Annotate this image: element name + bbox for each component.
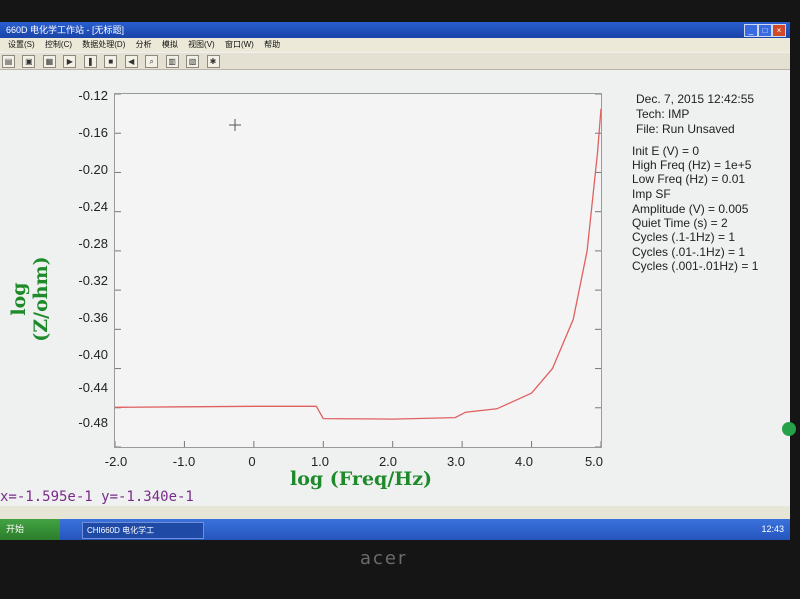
y-axis-title: log (Z/ohm) <box>8 256 52 342</box>
run-icon[interactable]: ▶ <box>63 55 77 68</box>
y-tick-label: -0.44 <box>78 380 108 395</box>
pause-icon[interactable]: ❚ <box>83 55 97 68</box>
screen: 660D 电化学工作站 - [无标题] _ □ × 设置(S) 控制(C) 数据… <box>0 22 790 540</box>
taskbar-clock: 12:43 <box>761 524 784 534</box>
param-line: Init E (V) = 0 <box>632 144 700 158</box>
stop-icon[interactable]: ■ <box>104 55 118 68</box>
x-tick-label: 3.0 <box>446 454 466 469</box>
y-tick-label: -0.40 <box>78 347 108 362</box>
taskbar: 开始 CHI660D 电化学工 12:43 <box>0 519 790 540</box>
start-button[interactable]: 开始 <box>0 519 60 540</box>
param-line: Quiet Time (s) = 2 <box>632 216 728 230</box>
maximize-button[interactable]: □ <box>758 24 772 37</box>
impedance-curve <box>114 108 602 420</box>
zoom-icon[interactable]: ⌕ <box>145 55 159 68</box>
x-tick-label: 1.0 <box>310 454 330 469</box>
y-tick-label: -0.32 <box>78 273 108 288</box>
reverse-icon[interactable]: ◀ <box>124 55 138 68</box>
open-icon[interactable]: ▤ <box>2 55 15 68</box>
file-name: File: Run Unsaved <box>636 122 735 136</box>
y-tick-label: -0.36 <box>78 310 108 325</box>
green-indicator <box>782 422 796 436</box>
param-line: Amplitude (V) = 0.005 <box>632 202 749 216</box>
minimize-button[interactable]: _ <box>744 24 758 37</box>
technique: Tech: IMP <box>636 107 690 121</box>
graph-icon[interactable]: ▥ <box>165 55 179 68</box>
param-line: Low Freq (Hz) = 0.01 <box>632 172 746 186</box>
y-tick-label: -0.20 <box>78 162 108 177</box>
settings-icon[interactable]: ✱ <box>206 55 220 68</box>
menu-control[interactable]: 控制(C) <box>45 40 72 49</box>
date-time: Dec. 7, 2015 12:42:55 <box>636 92 755 106</box>
window-title: 660D 电化学工作站 - [无标题] <box>6 25 125 35</box>
menu-window[interactable]: 窗口(W) <box>225 40 254 49</box>
menu-bar: 设置(S) 控制(C) 数据处理(D) 分析 模拟 视图(V) 窗口(W) 帮助 <box>0 38 790 52</box>
save-icon[interactable]: ▣ <box>22 55 36 68</box>
param-line: Cycles (.1-1Hz) = 1 <box>632 230 736 244</box>
x-tick-label: 5.0 <box>584 454 604 469</box>
y-tick-label: -0.48 <box>78 415 108 430</box>
param-line: High Freq (Hz) = 1e+5 <box>632 158 752 172</box>
x-tick-label: 0 <box>248 454 256 469</box>
menu-simulation[interactable]: 模拟 <box>162 40 178 49</box>
title-bar: 660D 电化学工作站 - [无标题] _ □ × <box>0 22 790 38</box>
print-icon[interactable]: ▦ <box>42 55 56 68</box>
x-tick-label: -1.0 <box>172 454 196 469</box>
menu-view[interactable]: 视图(V) <box>188 40 215 49</box>
y-tick-label: -0.16 <box>78 125 108 140</box>
toolbar: ▤ ▣ ▦ ▶ ❚ ■ ◀ ⌕ ▥ ▧ ✱ <box>0 53 790 70</box>
x-tick-label: -2.0 <box>104 454 128 469</box>
menu-help[interactable]: 帮助 <box>264 40 280 49</box>
plot-svg <box>114 93 602 448</box>
param-line: Imp SF <box>632 187 671 201</box>
overlay-icon[interactable]: ▧ <box>186 55 200 68</box>
cursor-readout: x=-1.595e-1 y=-1.340e-1 <box>0 489 194 505</box>
y-tick-label: -0.12 <box>78 88 108 103</box>
monitor-brand-logo: acer <box>360 548 408 569</box>
param-line: Cycles (.001-.01Hz) = 1 <box>632 259 759 273</box>
y-tick-label: -0.24 <box>78 199 108 214</box>
menu-setup[interactable]: 设置(S) <box>8 40 35 49</box>
param-line: Cycles (.01-.1Hz) = 1 <box>632 245 746 259</box>
monitor-bezel: 660D 电化学工作站 - [无标题] _ □ × 设置(S) 控制(C) 数据… <box>0 0 800 599</box>
menu-analysis[interactable]: 分析 <box>136 40 152 49</box>
taskbar-item-chi660d[interactable]: CHI660D 电化学工 <box>82 522 204 539</box>
crosshair-cursor-icon <box>229 119 241 131</box>
x-tick-label: 4.0 <box>514 454 534 469</box>
plot-area[interactable] <box>114 93 602 448</box>
y-tick-label: -0.28 <box>78 236 108 251</box>
status-bar <box>0 506 790 519</box>
x-tick-label: 2.0 <box>378 454 398 469</box>
x-axis-title: log (Freq/Hz) <box>290 468 432 490</box>
close-button[interactable]: × <box>772 24 786 37</box>
menu-data-processing[interactable]: 数据处理(D) <box>82 40 125 49</box>
